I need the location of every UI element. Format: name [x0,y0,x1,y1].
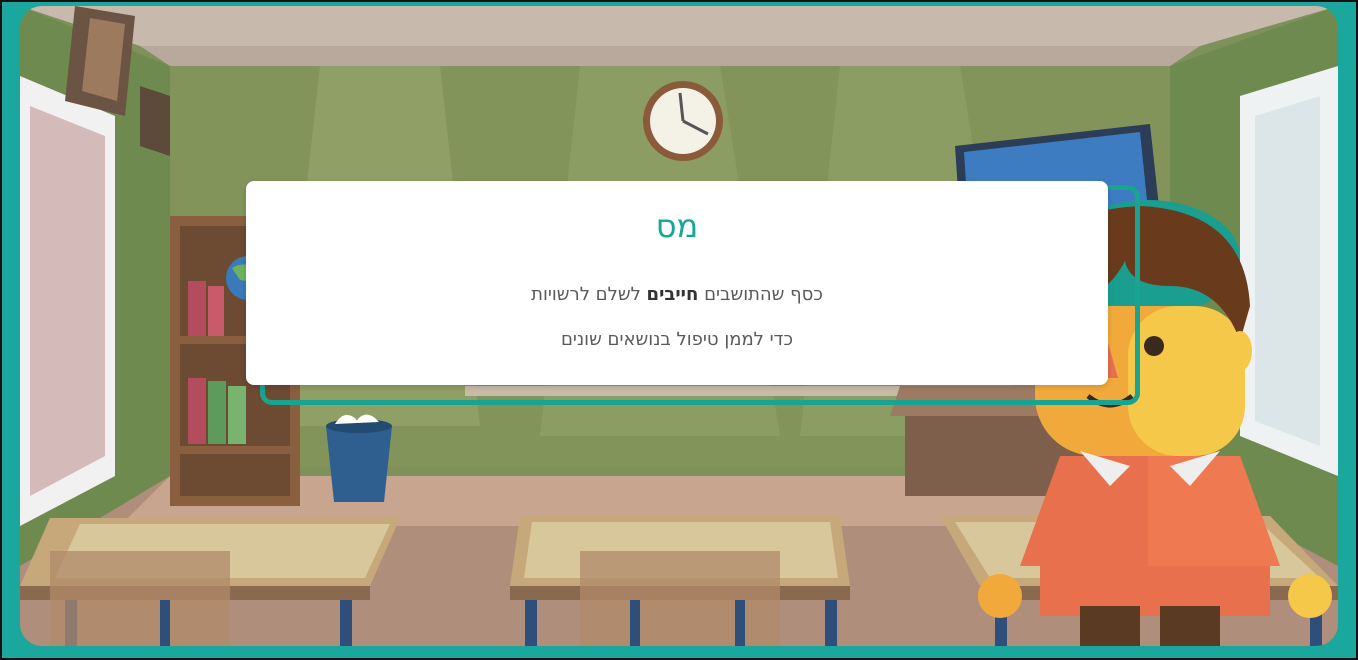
card-title: מס [655,207,699,245]
definition-card: מס כסף שהתושבים חייבים לשלם לרשויות כדי … [246,181,1108,385]
line1-prefix: כסף שהתושבים [704,284,823,305]
clock-icon [643,81,723,161]
card-definition-line-1: כסף שהתושבים חייבים לשלם לרשויות [246,284,1108,305]
line1-suffix: לשלם לרשויות [531,284,641,305]
trash-bin-icon [326,426,392,502]
card-definition-line-2: כדי לממן טיפול בנושאים שונים [560,329,794,350]
line1-bold-word: חייבים [646,284,699,305]
